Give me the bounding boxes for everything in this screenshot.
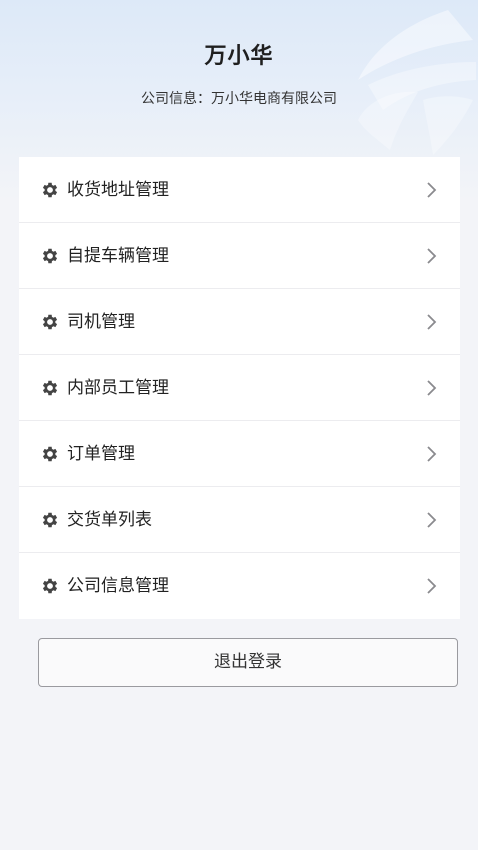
gear-icon (42, 380, 58, 396)
menu-item-label: 交货单列表 (67, 510, 152, 530)
chevron-right-icon (427, 182, 437, 198)
menu-item-label: 自提车辆管理 (67, 246, 169, 266)
menu-item-pickup-vehicles[interactable]: 自提车辆管理 (19, 223, 460, 289)
gear-icon (42, 182, 58, 198)
brand-logo-watermark (358, 10, 476, 155)
logout-button[interactable]: 退出登录 (38, 638, 458, 687)
chevron-right-icon (427, 248, 437, 264)
menu-item-internal-staff[interactable]: 内部员工管理 (19, 355, 460, 421)
gear-icon (42, 314, 58, 330)
menu-item-label: 订单管理 (67, 444, 135, 464)
company-name: 万小华电商有限公司 (211, 91, 337, 107)
menu-item-label: 内部员工管理 (67, 378, 169, 398)
user-name: 万小华 (204, 44, 274, 69)
menu-item-orders[interactable]: 订单管理 (19, 421, 460, 487)
menu-item-shipping-address[interactable]: 收货地址管理 (19, 157, 460, 223)
menu-item-label: 公司信息管理 (67, 576, 169, 596)
menu-item-drivers[interactable]: 司机管理 (19, 289, 460, 355)
chevron-right-icon (427, 380, 437, 396)
gear-icon (42, 446, 58, 462)
chevron-right-icon (427, 512, 437, 528)
menu-item-label: 收货地址管理 (67, 180, 169, 200)
chevron-right-icon (427, 314, 437, 330)
menu-item-label: 司机管理 (67, 312, 135, 332)
settings-menu: 收货地址管理 自提车辆管理 司机管理 内部员工管理 订单管理 交货单列表 公司信… (19, 157, 460, 619)
chevron-right-icon (427, 578, 437, 594)
menu-item-company-info[interactable]: 公司信息管理 (19, 553, 460, 619)
company-info-label: 公司信息： (141, 91, 211, 107)
gear-icon (42, 248, 58, 264)
menu-item-delivery-list[interactable]: 交货单列表 (19, 487, 460, 553)
gear-icon (42, 512, 58, 528)
chevron-right-icon (427, 446, 437, 462)
gear-icon (42, 578, 58, 594)
company-info: 公司信息：万小华电商有限公司 (0, 88, 478, 108)
